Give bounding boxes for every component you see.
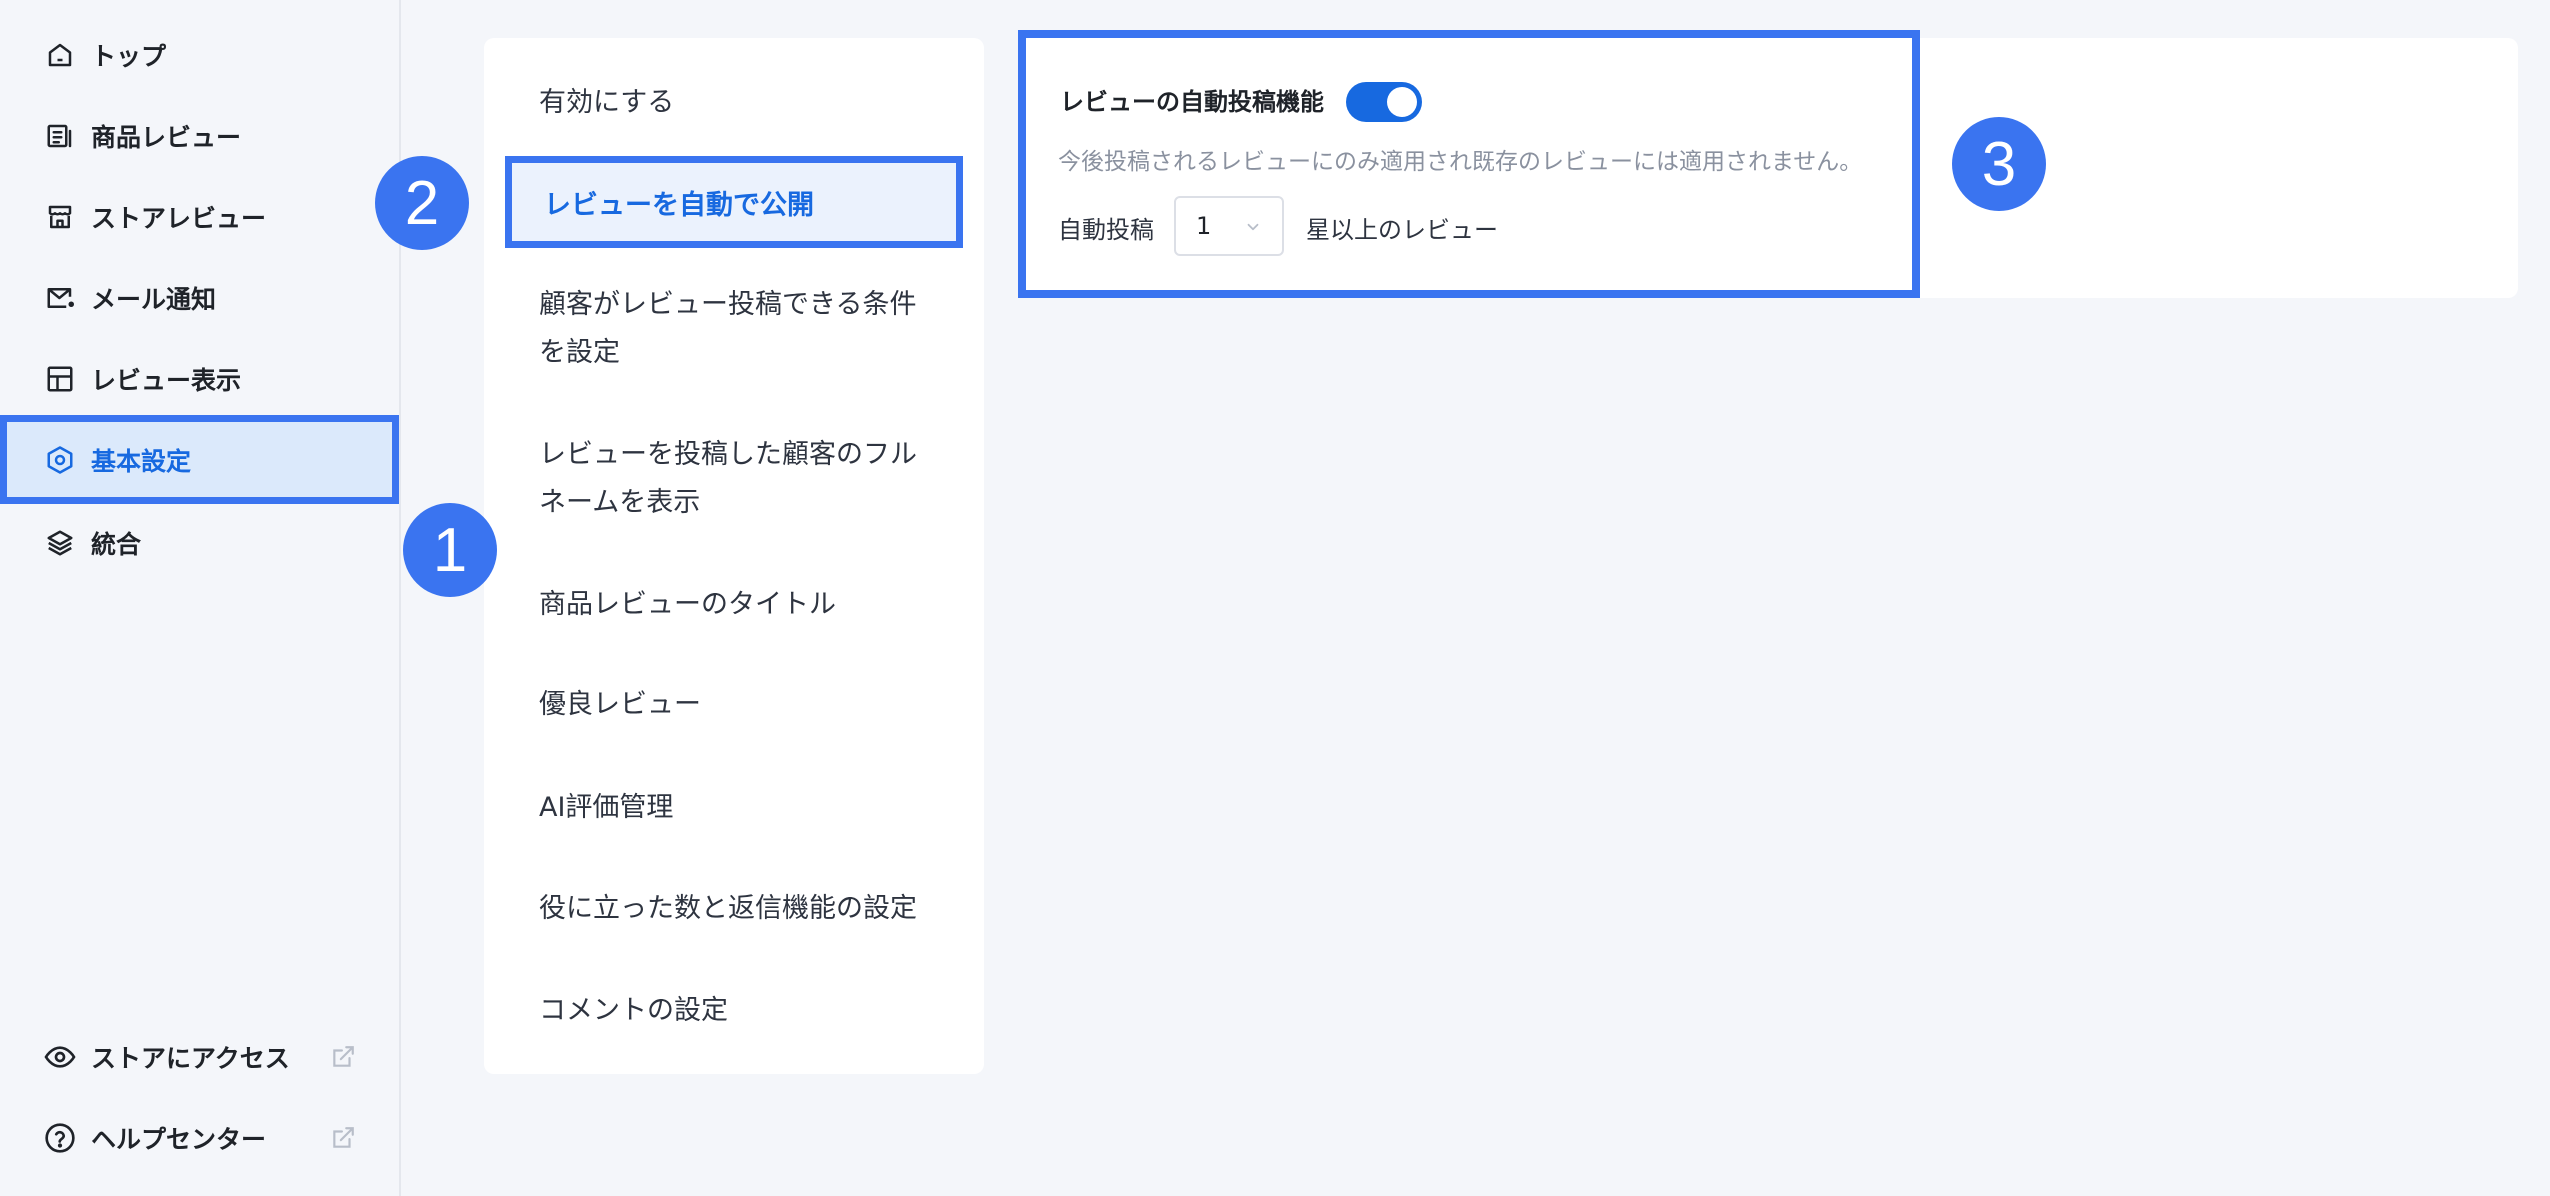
home-icon [42,37,78,73]
step-badge-3: 3 [1952,117,2046,211]
settings-item-ai-rating[interactable]: AI評価管理 [539,784,939,832]
sidebar-item-label: メール通知 [91,284,217,314]
sidebar-item-store-review[interactable]: ストアレビュー [0,176,399,257]
layers-icon [42,525,78,561]
sidebar-item-visit-store[interactable]: ストアにアクセス [0,1016,399,1097]
sidebar-item-mail[interactable]: メール通知 [0,257,399,338]
external-link-icon [330,1125,356,1151]
sidebar-item-help-center[interactable]: ヘルプセンター [0,1097,399,1178]
product-review-icon [42,118,78,154]
settings-hexagon-icon [42,442,78,478]
settings-item-comments[interactable]: コメントの設定 [539,987,939,1035]
star-rating-suffix: 星以上のレビュー [1306,216,1498,244]
sidebar-item-review-display[interactable]: レビュー表示 [0,338,399,419]
sidebar-item-label: ヘルプセンター [91,1124,267,1154]
toggle-knob [1387,87,1417,117]
sidebar-item-top[interactable]: トップ [0,14,399,95]
eye-icon [42,1039,78,1075]
auto-post-label: 自動投稿 [1058,216,1154,244]
sidebar-item-label: ストアレビュー [91,203,267,233]
star-rating-select[interactable]: 1 [1174,196,1284,256]
auto-post-title: レビューの自動投稿機能 [1060,88,1324,116]
settings-item-helpful-reply[interactable]: 役に立った数と返信機能の設定 [539,885,939,933]
sidebar-item-product-review[interactable]: 商品レビュー [0,95,399,176]
star-rating-select-value: 1 [1196,212,1212,240]
help-circle-icon [42,1120,78,1156]
settings-item-review-conditions[interactable]: 顧客がレビュー投稿できる条件を設定 [539,281,939,377]
auto-post-toggle[interactable] [1346,82,1422,122]
mail-icon [42,280,78,316]
sidebar-item-label: 基本設定 [91,446,192,476]
settings-item-full-name[interactable]: レビューを投稿した顧客のフルネームを表示 [539,431,939,527]
sidebar-item-label: 商品レビュー [91,122,242,152]
layout-icon [42,361,78,397]
sidebar-item-label: 統合 [91,529,142,559]
step-badge-2: 2 [375,156,469,250]
sidebar-item-label: ストアにアクセス [91,1043,290,1073]
step-badge-1: 1 [403,503,497,597]
settings-item-enable[interactable]: 有効にする [539,79,939,127]
sidebar-item-label: レビュー表示 [91,365,242,395]
external-link-icon [330,1044,356,1070]
settings-item-excellent-review[interactable]: 優良レビュー [539,681,939,729]
sidebar-item-basic-settings[interactable]: 基本設定 [0,415,399,504]
chevron-down-icon [1244,218,1262,236]
sidebar: トップ 商品レビュー ストアレビュー メール通知 レビュー表示 基本設定 統合 … [0,0,401,1196]
auto-post-description: 今後投稿されるレビューにのみ適用され既存のレビューには適用されません。 [1058,149,1863,175]
store-icon [42,199,78,235]
settings-item-review-title[interactable]: 商品レビューのタイトル [539,581,939,629]
sidebar-item-integration[interactable]: 統合 [0,502,399,583]
sidebar-item-label: トップ [91,41,167,71]
settings-item-auto-publish[interactable]: レビューを自動で公開 [505,156,963,248]
